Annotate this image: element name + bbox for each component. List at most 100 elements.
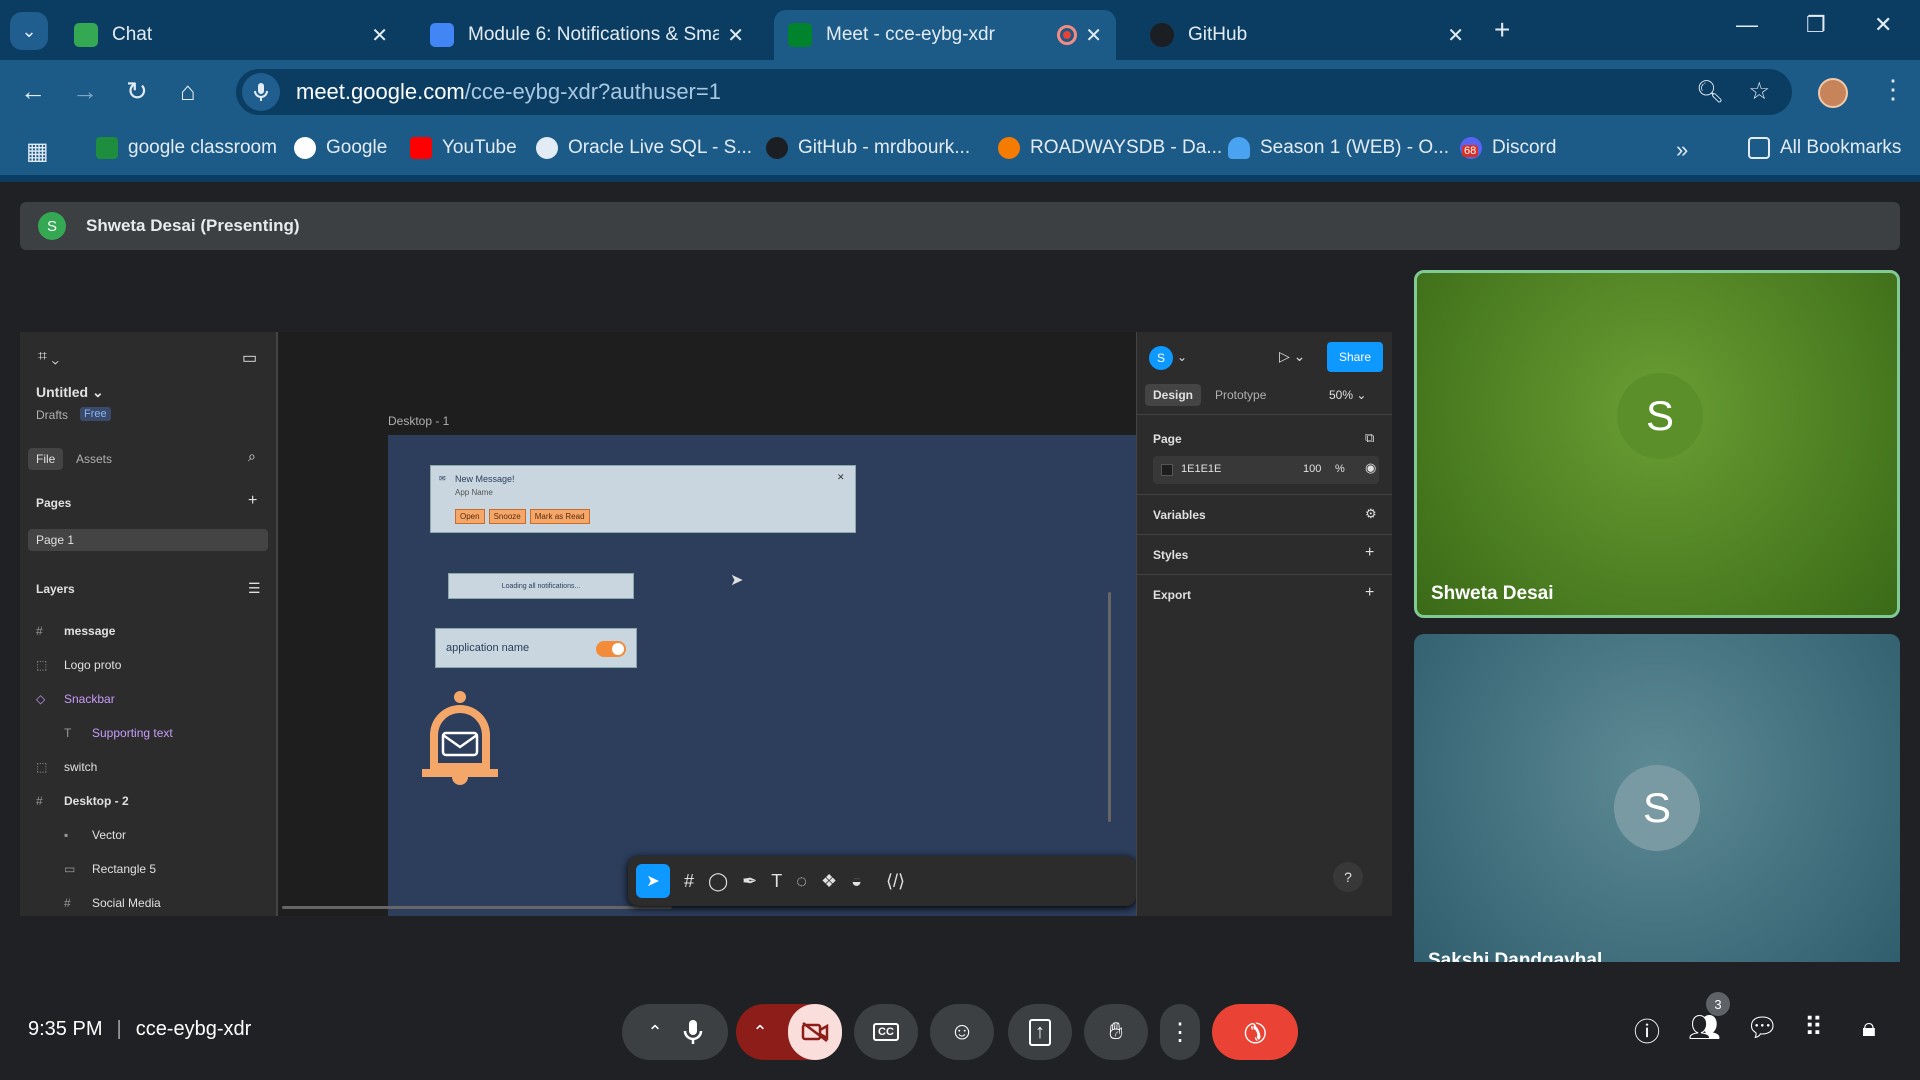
tab-chat[interactable]: Chat ✕ bbox=[60, 10, 402, 60]
reactions-button[interactable]: ☺ bbox=[930, 1004, 994, 1060]
profile-avatar[interactable] bbox=[1818, 78, 1848, 108]
activities-grid-icon[interactable]: ⠿ bbox=[1804, 1012, 1823, 1043]
close-icon[interactable]: ✕ bbox=[727, 23, 744, 48]
page-item[interactable]: Page 1 bbox=[28, 529, 268, 551]
layers-list-icon[interactable]: ☰ bbox=[248, 580, 261, 597]
host-controls-icon[interactable]: 🔒︎ bbox=[1862, 1012, 1876, 1044]
layer-message[interactable]: # message bbox=[36, 624, 115, 638]
window-close-icon[interactable]: ✕ bbox=[1874, 12, 1892, 38]
file-name[interactable]: Untitled ⌄ bbox=[36, 384, 104, 401]
dev-mode-icon[interactable]: ⟨/⟩ bbox=[886, 871, 905, 892]
add-page-icon[interactable]: + bbox=[248, 492, 257, 510]
chevron-up-icon[interactable]: ⌃ bbox=[752, 1022, 767, 1043]
bookmark-github[interactable]: GitHub - mrdbourk... bbox=[766, 137, 970, 159]
participant-tile-shweta[interactable]: S Shweta Desai bbox=[1414, 270, 1900, 618]
present-play-icon[interactable]: ▷ ⌄ bbox=[1279, 348, 1305, 365]
vertical-scrollbar[interactable] bbox=[1108, 592, 1111, 822]
more-bookmarks-icon[interactable]: » bbox=[1676, 137, 1688, 163]
search-icon[interactable]: ⌕ bbox=[248, 448, 256, 465]
all-bookmarks[interactable]: All Bookmarks bbox=[1748, 137, 1901, 159]
share-button[interactable]: Share bbox=[1327, 342, 1384, 372]
layer-supporting-text[interactable]: T Supporting text bbox=[64, 726, 173, 740]
frame-label[interactable]: Desktop - 1 bbox=[388, 414, 449, 428]
bookmark-google[interactable]: Google bbox=[294, 137, 387, 159]
chevron-up-icon[interactable]: ⌃ bbox=[647, 1022, 662, 1043]
reload-icon[interactable]: ↻ bbox=[126, 76, 148, 107]
page-style-icon[interactable]: ⧉ bbox=[1365, 430, 1374, 446]
components-icon[interactable]: ❖ bbox=[821, 871, 837, 892]
figma-menu-icon[interactable]: ⌗ ⌄ bbox=[38, 348, 59, 366]
close-icon[interactable]: ✕ bbox=[837, 472, 845, 483]
comment-tool-icon[interactable]: ◌ bbox=[796, 871, 807, 892]
restore-icon[interactable]: ❐ bbox=[1806, 12, 1826, 38]
leave-call-button[interactable]: ✆ bbox=[1212, 1004, 1298, 1060]
toggle-switch[interactable] bbox=[596, 641, 626, 657]
chevron-down-icon[interactable]: ⌄ bbox=[1177, 350, 1187, 364]
figma-canvas[interactable]: Desktop - 1 ✉ New Message! App Name ✕ Op… bbox=[278, 332, 1136, 916]
horizontal-scrollbar[interactable] bbox=[282, 906, 672, 909]
close-icon[interactable]: ✕ bbox=[1085, 23, 1102, 48]
forward-icon[interactable]: → bbox=[72, 76, 98, 107]
user-avatar[interactable]: S bbox=[1149, 346, 1173, 370]
tab-module6[interactable]: Module 6: Notifications & Smar ✕ bbox=[416, 10, 758, 60]
participant-tile-sakshi[interactable]: S Sakshi Dandgavhal bbox=[1414, 634, 1900, 982]
layer-switch[interactable]: ⬚ switch bbox=[36, 760, 97, 774]
loading-snackbar[interactable]: Loading all notifications... bbox=[448, 573, 634, 599]
page-color-field[interactable]: 1E1E1E 100 % bbox=[1153, 456, 1379, 484]
layer-logo-proto[interactable]: ⬚ Logo proto bbox=[36, 658, 121, 672]
bell-mail-logo[interactable] bbox=[418, 689, 502, 793]
text-tool-icon[interactable]: T bbox=[771, 871, 782, 892]
bookmark-season1[interactable]: Season 1 (WEB) - O... bbox=[1228, 137, 1449, 159]
add-style-icon[interactable]: + bbox=[1365, 544, 1374, 562]
layer-social-media[interactable]: # Social Media bbox=[64, 896, 161, 910]
microphone-icon[interactable] bbox=[683, 1018, 703, 1046]
notification-card[interactable]: ✉ New Message! App Name ✕ Open Snooze Mark… bbox=[430, 465, 856, 533]
snooze-button[interactable]: Snooze bbox=[488, 509, 526, 524]
help-button[interactable]: ? bbox=[1333, 862, 1363, 892]
bookmark-star-icon[interactable]: ☆ bbox=[1748, 77, 1770, 106]
layer-vector[interactable]: ▪ Vector bbox=[64, 828, 126, 842]
chat-icon[interactable]: 💬︎ bbox=[1746, 1012, 1779, 1043]
bookmark-discord[interactable]: 68 Discord bbox=[1460, 137, 1556, 159]
present-button[interactable]: ↑ bbox=[1008, 1004, 1072, 1060]
camera-off-icon[interactable] bbox=[787, 1004, 842, 1060]
tab-assets[interactable]: Assets bbox=[76, 452, 112, 466]
tab-file[interactable]: File bbox=[28, 448, 64, 470]
back-icon[interactable]: ← bbox=[20, 76, 46, 107]
plugin-icon[interactable]: ◒ bbox=[851, 871, 862, 892]
tab-github[interactable]: GitHub ✕ bbox=[1136, 10, 1478, 60]
frame-tool-icon[interactable]: # bbox=[684, 871, 694, 892]
close-icon[interactable]: ✕ bbox=[1447, 23, 1464, 48]
minimize-icon[interactable]: — bbox=[1736, 12, 1758, 38]
close-icon[interactable]: ✕ bbox=[371, 23, 388, 48]
info-icon[interactable]: ⓘ bbox=[1634, 1012, 1660, 1049]
app-toggle-row[interactable]: application name bbox=[435, 628, 637, 668]
people-icon[interactable]: 👥︎ bbox=[1688, 1012, 1721, 1043]
captions-button[interactable]: CC bbox=[854, 1004, 918, 1060]
layer-snackbar[interactable]: ◇ Snackbar bbox=[36, 692, 115, 706]
desktop-frame[interactable]: ✉ New Message! App Name ✕ Open Snooze Mark… bbox=[388, 435, 1136, 916]
bookmark-youtube[interactable]: YouTube bbox=[410, 137, 517, 159]
tab-search-button[interactable]: ⌄ bbox=[10, 12, 48, 50]
mic-control[interactable]: ⌃ bbox=[622, 1004, 728, 1060]
tab-design[interactable]: Design bbox=[1145, 384, 1202, 406]
new-tab-button[interactable]: + bbox=[1494, 14, 1510, 46]
variables-icon[interactable]: ⚙ bbox=[1365, 506, 1377, 522]
bookmark-google-classroom[interactable]: google classroom bbox=[96, 137, 277, 159]
zoom-icon[interactable]: 🔍︎ bbox=[1696, 79, 1724, 105]
apps-grid-icon[interactable]: ▦ bbox=[26, 137, 49, 166]
more-options-button[interactable]: ⋮ bbox=[1160, 1004, 1200, 1060]
camera-control[interactable]: ⌃ bbox=[736, 1004, 842, 1060]
visibility-eye-icon[interactable]: ◉ bbox=[1365, 460, 1376, 476]
layer-desktop-2[interactable]: # Desktop - 2 bbox=[36, 794, 129, 808]
tab-meet[interactable]: Meet - cce-eybg-xdr ✕ bbox=[774, 10, 1116, 60]
ellipse-tool-icon[interactable]: ◯ bbox=[708, 871, 728, 892]
mark-read-button[interactable]: Mark as Read bbox=[529, 509, 590, 524]
move-tool-icon[interactable]: ➤ bbox=[636, 864, 670, 898]
bookmark-oracle-live-sql[interactable]: Oracle Live SQL - S... bbox=[536, 137, 752, 159]
address-bar[interactable]: meet.google.com/cce-eybg-xdr?authuser=1 … bbox=[236, 69, 1792, 115]
add-export-icon[interactable]: + bbox=[1365, 584, 1374, 602]
layer-rectangle-5[interactable]: ▭ Rectangle 5 bbox=[64, 862, 156, 876]
zoom-level[interactable]: 50% ⌄ bbox=[1329, 388, 1366, 402]
pen-tool-icon[interactable]: ✒ bbox=[742, 871, 757, 892]
